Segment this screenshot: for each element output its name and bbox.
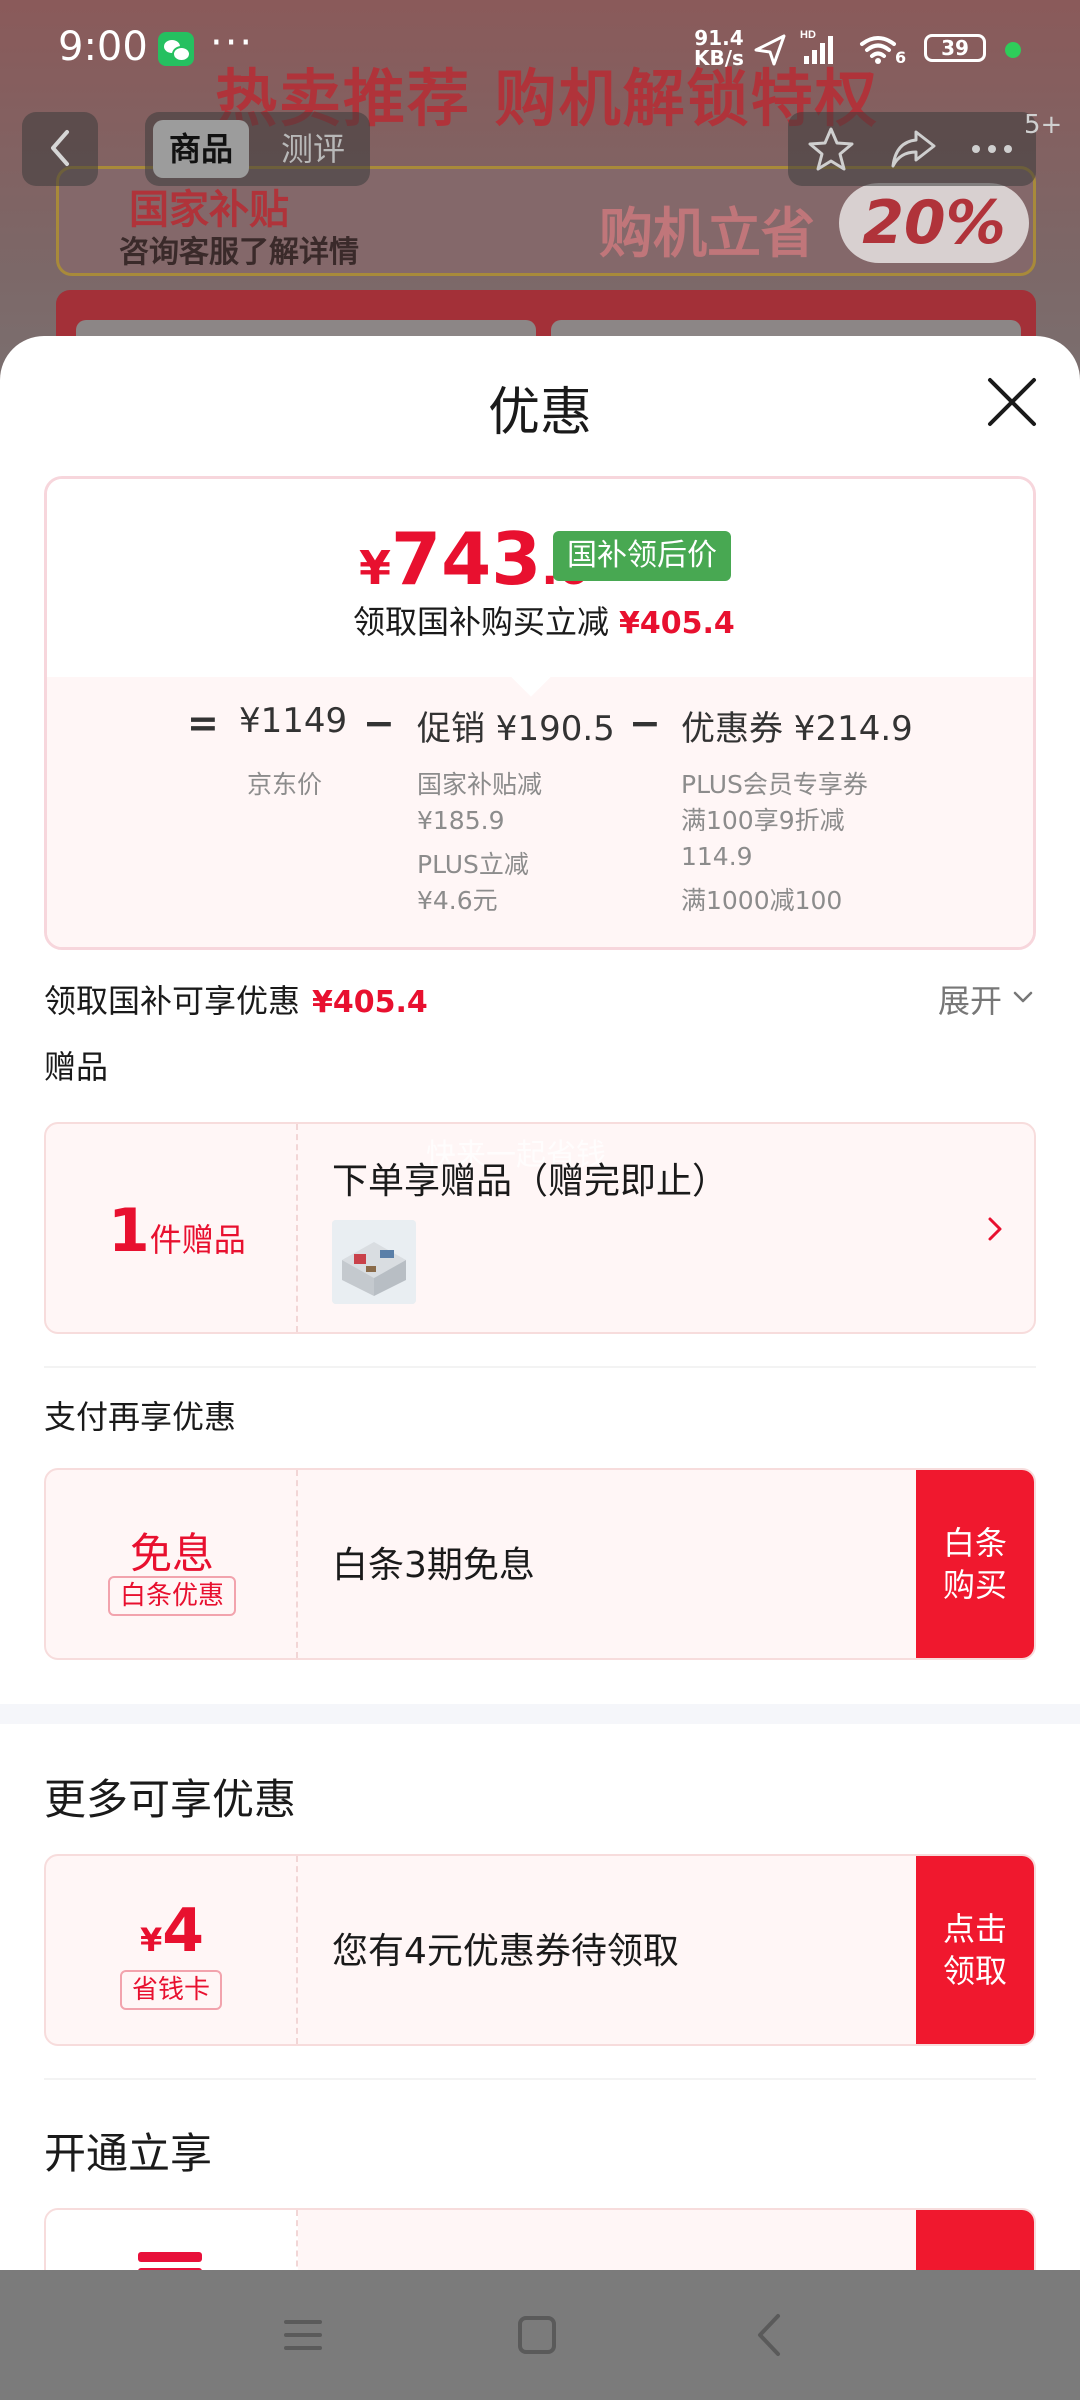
subsidy-note-label: 领取国补购买立减 bbox=[353, 603, 610, 641]
star-icon[interactable] bbox=[806, 124, 856, 174]
gift-image bbox=[332, 1220, 416, 1304]
minus-sign: − bbox=[363, 701, 395, 745]
tab-product[interactable]: 商品 bbox=[153, 120, 249, 178]
battery-icon: 39 bbox=[924, 34, 986, 62]
discount-sheet: 优惠 ¥743.6 国补领后价 领取国补购买立减¥405.4 = ¥1149 −… bbox=[0, 336, 1080, 2272]
gift-count-unit: 件赠品 bbox=[149, 1221, 246, 1259]
plus-membership-icon bbox=[138, 2252, 202, 2272]
more-notifications-icon: ··· bbox=[210, 20, 255, 66]
membership-offer-card: 立即 bbox=[44, 2208, 1036, 2272]
coupon-currency: ¥ bbox=[139, 1921, 163, 1959]
divider bbox=[44, 2078, 1036, 2080]
back-icon[interactable] bbox=[746, 2310, 796, 2360]
section-separator bbox=[0, 1704, 1080, 1724]
summary-label: 领取国补可享优惠 bbox=[44, 982, 301, 1020]
installment-text: 白条3期免息 bbox=[332, 1545, 535, 1586]
home-icon[interactable] bbox=[512, 2310, 562, 2360]
wifi-icon bbox=[860, 36, 896, 64]
sheet-title: 优惠 bbox=[487, 383, 592, 443]
menu-icon[interactable] bbox=[278, 2310, 328, 2360]
save-percent-badge: 20% bbox=[839, 183, 1029, 263]
coupon-value: ¥4 bbox=[46, 1896, 298, 1966]
tab-review[interactable]: 测评 bbox=[265, 120, 361, 178]
base-price: ¥1149 bbox=[239, 701, 348, 741]
privacy-indicator-dot bbox=[1005, 42, 1021, 58]
coupon-value-number: 4 bbox=[162, 1896, 204, 1966]
network-speed-value: 91.4 bbox=[694, 26, 744, 50]
open-now-button[interactable]: 立即 bbox=[916, 2210, 1034, 2272]
network-speed: 91.4 KB/s bbox=[694, 28, 744, 68]
gift-section-label: 赠品 bbox=[44, 1048, 109, 1086]
chevron-right-icon[interactable] bbox=[984, 1214, 1006, 1244]
gift-title: 下单享赠品（赠完即止） bbox=[332, 1161, 729, 1202]
interest-free-label: 免息 bbox=[129, 1529, 214, 1578]
back-button[interactable] bbox=[22, 112, 98, 186]
share-icon[interactable] bbox=[888, 124, 938, 174]
network-speed-unit: KB/s bbox=[694, 46, 744, 70]
expand-button[interactable]: 展开 bbox=[938, 976, 1002, 1022]
saving-card-tag: 省钱卡 bbox=[120, 1970, 223, 2010]
baitiao-buy-button[interactable]: 白条 购买 bbox=[916, 1470, 1034, 1658]
minus-sign: − bbox=[629, 701, 661, 745]
interest-free-panel: 免息 白条优惠 bbox=[46, 1470, 298, 1658]
promo-detail: ¥4.6元 bbox=[417, 886, 498, 915]
price-integer: 743 bbox=[391, 517, 542, 601]
coupon-detail: 114.9 bbox=[681, 842, 753, 871]
header-actions bbox=[788, 112, 1036, 186]
baitiao-buy-label: 白条 购买 bbox=[942, 1524, 1007, 1604]
status-time: 9:00 bbox=[58, 24, 148, 70]
coupon-pending-text: 您有4元优惠券待领取 bbox=[332, 1931, 679, 1972]
subsidy-note-amount: ¥405.4 bbox=[619, 606, 735, 641]
divider bbox=[44, 1366, 1036, 1368]
location-arrow-icon bbox=[754, 34, 786, 66]
pay-section-label: 支付再享优惠 bbox=[44, 1398, 237, 1436]
more-icon[interactable] bbox=[970, 134, 1014, 164]
system-navigation-bar bbox=[0, 2270, 1080, 2400]
wechat-icon bbox=[158, 32, 194, 66]
membership-panel bbox=[46, 2210, 298, 2272]
final-price-area: ¥743.6 国补领后价 领取国补购买立减¥405.4 bbox=[47, 479, 1033, 677]
coupon-detail: 满1000减100 bbox=[681, 886, 843, 915]
gift-card[interactable]: 1件赠品 快来一起省钱 下单享赠品（赠完即止） bbox=[44, 1122, 1036, 1334]
coupon-offer-card: ¥4 省钱卡 您有4元优惠券待领取 点击 领取 bbox=[44, 1854, 1036, 2046]
base-price-label: 京东价 bbox=[247, 770, 323, 799]
claim-coupon-button[interactable]: 点击 领取 bbox=[916, 1856, 1034, 2044]
promo-detail: 国家补贴减 bbox=[417, 770, 543, 799]
signal-icon: HD bbox=[800, 29, 833, 64]
promo-amount: 促销 ¥190.5 bbox=[417, 709, 615, 749]
gift-count: 1件赠品 bbox=[108, 1196, 246, 1266]
open-enjoy-heading: 开通立享 bbox=[44, 2129, 213, 2178]
gift-count-panel: 1件赠品 bbox=[46, 1124, 298, 1332]
discount-summary: 领取国补可享优惠 ¥405.4 bbox=[44, 976, 428, 1022]
price-currency: ¥ bbox=[359, 541, 392, 595]
summary-amount: ¥405.4 bbox=[312, 985, 428, 1020]
coupon-detail: PLUS会员专享券 bbox=[681, 770, 868, 799]
chevron-down-icon[interactable] bbox=[1012, 986, 1034, 1008]
baitiao-offer-tag: 白条优惠 bbox=[108, 1576, 237, 1616]
subsidy-note: 咨询客服了解详情 bbox=[119, 235, 359, 270]
status-bar: 9:00 ··· 91.4 KB/s HD 6 39 bbox=[0, 0, 1080, 96]
claim-coupon-label: 点击 领取 bbox=[942, 1910, 1007, 1990]
baitiao-offer-card: 免息 白条优惠 白条3期免息 白条 购买 bbox=[44, 1468, 1036, 1660]
coupon-amount: 优惠券 ¥214.9 bbox=[681, 709, 913, 749]
save-text: 购机立省 bbox=[599, 202, 815, 265]
gift-thumbnail[interactable] bbox=[332, 1220, 416, 1304]
promo-detail: ¥185.9 bbox=[417, 806, 505, 835]
gift-count-number: 1 bbox=[108, 1196, 150, 1266]
subsidy-price-badge: 国补领后价 bbox=[553, 531, 731, 581]
promo-detail: PLUS立减 bbox=[417, 850, 529, 879]
subsidy-note: 领取国补购买立减 ¥405.4 bbox=[353, 597, 735, 643]
wifi-badge: 6 bbox=[895, 48, 907, 67]
svg-text:HD: HD bbox=[800, 29, 816, 41]
more-offers-heading: 更多可享优惠 bbox=[44, 1775, 297, 1824]
coupon-value-panel: ¥4 省钱卡 bbox=[46, 1856, 298, 2044]
page-tabs: 商品 测评 bbox=[145, 112, 370, 186]
close-icon[interactable] bbox=[984, 374, 1040, 430]
price-breakdown-card: ¥743.6 国补领后价 领取国补购买立减¥405.4 = ¥1149 − 促销… bbox=[44, 476, 1036, 950]
message-count-badge: 5+ bbox=[1024, 110, 1063, 140]
coupon-detail: 满100享9折减 bbox=[681, 806, 845, 835]
chevron-left-icon bbox=[51, 130, 69, 166]
equals-sign: = bbox=[187, 701, 219, 745]
